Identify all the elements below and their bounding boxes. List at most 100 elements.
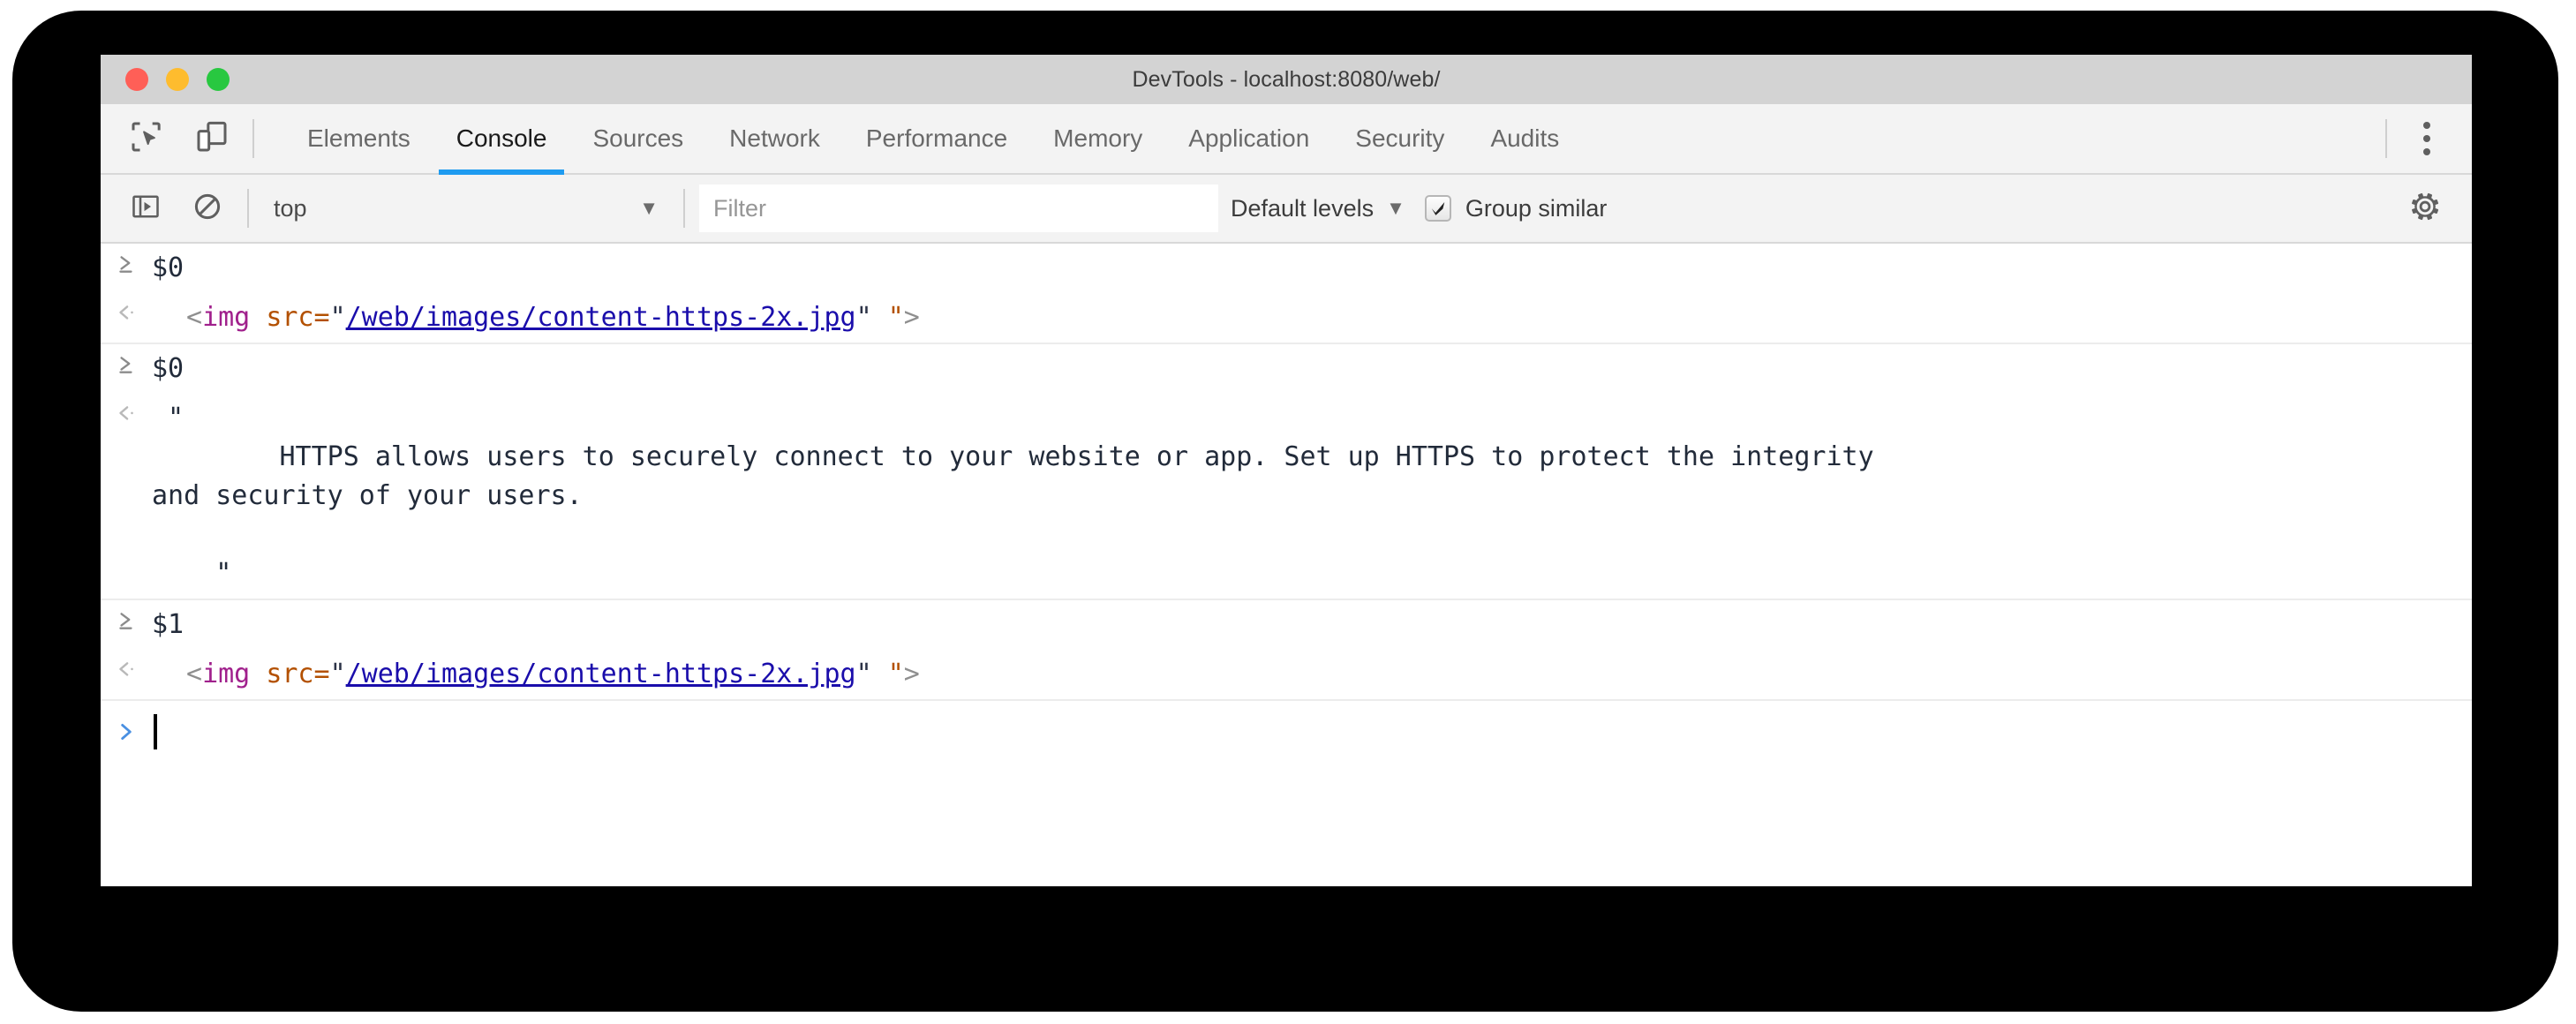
html-lt: < [186,659,203,689]
log-levels-selector[interactable]: Default levels ▼ [1218,184,1418,233]
html-attr-name: src [266,659,314,689]
html-gap [872,659,888,689]
tab-performance-label: Performance [865,124,1008,152]
console-output-row: <img src="/web/images/content-https-2x.j… [101,293,2472,343]
log-levels-label: Default levels [1231,194,1375,222]
tab-elements-label: Elements [307,124,411,152]
console-prompt-row[interactable] [101,701,2472,759]
html-trailing-quote: " [887,302,904,333]
devtools-tabbar: Elements Console Sources Network Perform… [101,104,2472,175]
tab-sources[interactable]: Sources [569,104,706,173]
input-chevron-icon [101,606,152,632]
device-toolbar-icon [194,119,230,159]
tab-security-label: Security [1355,124,1445,152]
console-sidebar-icon [130,191,162,227]
console-output-row: <img src="/web/images/content-https-2x.j… [101,650,2472,699]
tab-network-label: Network [729,124,820,152]
clear-console-icon [192,191,223,227]
console-message-list[interactable]: $0 <img src="/web/images/content-https-2… [101,244,2472,886]
console-input-expression: $0 [152,353,185,384]
tabbar-right-section [2371,113,2472,164]
html-tag-name: img [202,302,251,333]
tab-console-label: Console [456,124,547,152]
tab-audits[interactable]: Audits [1467,104,1582,173]
device-frame: DevTools - localhost:8080/web/ Elements … [12,11,2558,1012]
html-tag-name: img [202,659,251,689]
string-line-2: and security of your users. [152,480,583,511]
html-attr-url-link[interactable]: /web/images/content-https-2x.jpg [346,659,856,689]
minimize-window-button[interactable] [166,68,189,91]
string-open-quote: " [168,403,185,433]
tabbar-divider [252,119,254,158]
settings-gear-icon [2407,189,2443,229]
console-input-row: $1 [101,600,2472,650]
html-attr-url-link[interactable]: /web/images/content-https-2x.jpg [346,302,856,333]
console-output-row: " HTTPS allows users to securely connect… [101,394,2472,599]
console-input-row: $0 [101,344,2472,394]
console-input-expression: $1 [152,609,185,640]
window-titlebar: DevTools - localhost:8080/web/ [101,55,2472,104]
html-equals: = [313,302,330,333]
tab-console[interactable]: Console [433,104,570,175]
chevron-down-icon: ▼ [639,197,659,219]
tab-memory-label: Memory [1053,124,1143,152]
chevron-down-icon: ▼ [1386,197,1405,219]
html-gt: > [903,302,920,333]
inspect-element-icon [129,119,164,159]
devtools-window: DevTools - localhost:8080/web/ Elements … [101,55,2472,886]
console-group: $1 <img src="/web/images/content-https-2… [101,600,2472,701]
settings-button[interactable] [2399,183,2451,234]
tab-memory[interactable]: Memory [1030,104,1165,173]
panel-tabs: Elements Console Sources Network Perform… [284,104,1582,175]
checkmark-icon [1431,201,1445,215]
html-gt: > [903,659,920,689]
output-arrow-icon [101,399,152,425]
tab-application-label: Application [1188,124,1310,152]
console-group: $0 <img src="/web/images/content-https-2… [101,244,2472,344]
execution-context-selector[interactable]: top ▼ [263,184,669,233]
more-options-button[interactable] [2401,113,2452,164]
input-chevron-icon [101,350,152,376]
inspect-element-button[interactable] [120,113,173,164]
console-group: $0 " HTTPS allows users to securely conn… [101,344,2472,600]
close-window-button[interactable] [125,68,148,91]
toolbar-divider-1 [247,189,249,228]
toggle-device-toolbar-button[interactable] [185,113,238,164]
tab-security[interactable]: Security [1332,104,1467,173]
html-open-quote: " [329,302,346,333]
tab-application[interactable]: Application [1165,104,1332,173]
clear-console-button[interactable] [182,183,233,234]
string-line-1: HTTPS allows users to securely connect t… [152,441,1874,472]
tab-network[interactable]: Network [706,104,843,173]
tab-audits-label: Audits [1490,124,1560,152]
string-close-quote: " [152,558,232,589]
prompt-text-caret [154,714,157,749]
tab-sources-label: Sources [592,124,684,152]
output-arrow-icon [101,655,152,681]
input-chevron-icon [101,249,152,275]
console-output-html: <img src="/web/images/content-https-2x.j… [152,298,946,337]
tabbar-divider-right [2385,119,2387,158]
tab-elements[interactable]: Elements [284,104,433,173]
toolbar-right-section [2399,183,2472,234]
prompt-chevron-icon [101,720,152,743]
html-gap [872,302,888,333]
output-arrow-icon [101,298,152,325]
filter-input[interactable] [699,184,1218,232]
console-output-html: <img src="/web/images/content-https-2x.j… [152,655,946,694]
html-space [250,302,266,333]
html-lt: < [186,302,203,333]
tab-performance[interactable]: Performance [843,104,1030,173]
console-toolbar: top ▼ Default levels ▼ Group similar [101,175,2472,244]
console-input-row: $0 [101,244,2472,293]
html-open-quote: " [329,659,346,689]
group-similar-toggle[interactable]: Group similar [1418,184,1607,233]
more-options-icon [2423,122,2430,129]
console-sidebar-button[interactable] [120,183,171,234]
zoom-window-button[interactable] [207,68,230,91]
group-similar-checkbox[interactable] [1424,195,1451,222]
html-close-quote: " [855,659,872,689]
execution-context-value: top [274,194,307,222]
traffic-lights [125,55,230,104]
tabbar-left-icons [101,113,238,164]
